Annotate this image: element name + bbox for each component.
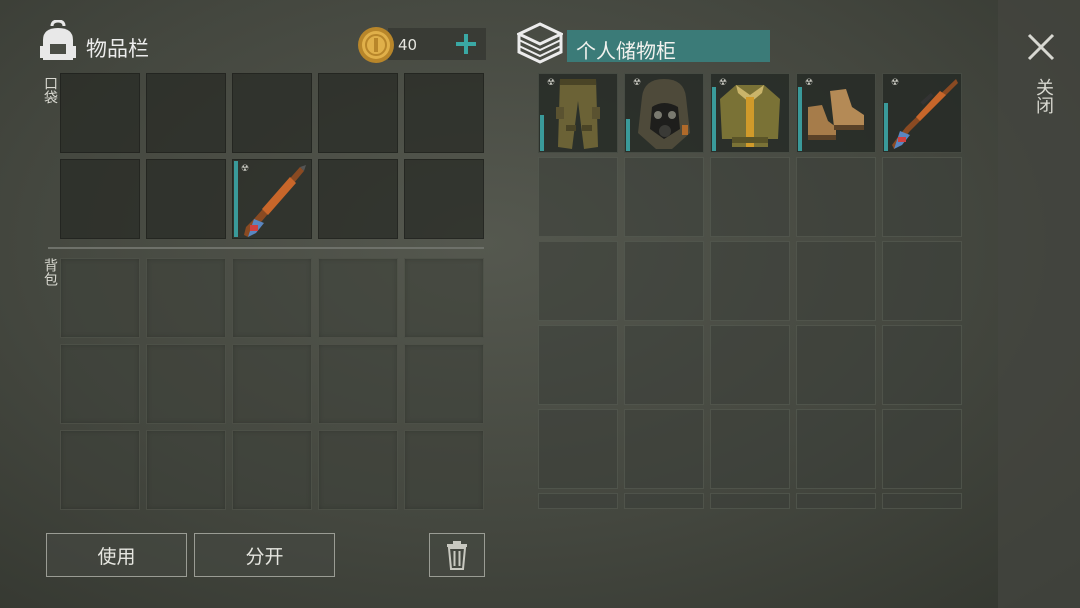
- storage-slot[interactable]: [882, 493, 962, 509]
- close-button[interactable]: 关闭: [1014, 24, 1068, 134]
- storage-slot[interactable]: [882, 325, 962, 405]
- backpack-slot[interactable]: [60, 258, 140, 338]
- storage-slot[interactable]: [882, 409, 962, 489]
- coin-icon: [358, 27, 394, 63]
- use-button[interactable]: 使用: [46, 533, 187, 577]
- pocket-label: 口袋: [42, 76, 58, 104]
- delete-button[interactable]: [429, 533, 485, 577]
- storage-slot[interactable]: [538, 493, 618, 509]
- storage-slot[interactable]: [624, 157, 704, 237]
- durability-bar: [626, 119, 630, 151]
- durability-bar: [540, 115, 544, 151]
- storage-slot[interactable]: [624, 241, 704, 321]
- backpack-label: 背包: [42, 258, 58, 286]
- storage-slot-jacket[interactable]: ☢: [710, 73, 790, 153]
- backpack-slot[interactable]: [318, 430, 398, 510]
- storage-slot[interactable]: [796, 493, 876, 509]
- storage-slot-rifle[interactable]: ☢: [882, 73, 962, 153]
- backpack-slot[interactable]: [232, 430, 312, 510]
- backpack-slot[interactable]: [232, 258, 312, 338]
- pocket-slot[interactable]: [404, 73, 484, 153]
- plus-icon: [456, 34, 476, 54]
- backpack-slot[interactable]: [146, 430, 226, 510]
- storage-slot[interactable]: [538, 157, 618, 237]
- storage-slot[interactable]: [538, 409, 618, 489]
- coin-count: 40: [398, 36, 418, 54]
- storage-slot[interactable]: [710, 409, 790, 489]
- pocket-slot[interactable]: [60, 73, 140, 153]
- durability-bar: [712, 87, 716, 151]
- storage-slot-pants[interactable]: ☢: [538, 73, 618, 153]
- storage-slot[interactable]: [796, 409, 876, 489]
- storage-crate-icon: [517, 22, 563, 64]
- storage-slot[interactable]: [538, 241, 618, 321]
- pocket-slot[interactable]: [146, 73, 226, 153]
- rifle-icon: [244, 165, 306, 237]
- durability-bar: [234, 161, 238, 237]
- pocket-slot[interactable]: [232, 73, 312, 153]
- storage-slot[interactable]: [624, 409, 704, 489]
- storage-slot[interactable]: [538, 325, 618, 405]
- section-divider: [48, 247, 484, 249]
- storage-slot[interactable]: [710, 241, 790, 321]
- backpack-slot[interactable]: [60, 344, 140, 424]
- storage-slot[interactable]: [710, 157, 790, 237]
- storage-slot-mask[interactable]: ☢: [624, 73, 704, 153]
- backpack-slot[interactable]: [146, 344, 226, 424]
- bomber-jacket-icon: [720, 85, 780, 147]
- add-coins-button[interactable]: [450, 28, 482, 60]
- pocket-slot-rifle[interactable]: ☢: [232, 159, 312, 239]
- storage-slot[interactable]: [796, 325, 876, 405]
- storage-slot[interactable]: [710, 493, 790, 509]
- pocket-slot[interactable]: [60, 159, 140, 239]
- backpack-slot[interactable]: [318, 344, 398, 424]
- backpack-slot[interactable]: [404, 258, 484, 338]
- pocket-slot[interactable]: [404, 159, 484, 239]
- backpack-icon: [40, 20, 76, 60]
- backpack-slot[interactable]: [404, 344, 484, 424]
- durability-bar: [884, 103, 888, 151]
- close-label: 关闭: [1033, 78, 1054, 114]
- durability-bar: [798, 87, 802, 151]
- storage-slot[interactable]: [796, 157, 876, 237]
- boots-icon: [808, 89, 864, 140]
- cargo-pants-icon: [556, 79, 600, 149]
- storage-slot[interactable]: [796, 241, 876, 321]
- backpack-slot[interactable]: [318, 258, 398, 338]
- storage-slot[interactable]: [882, 157, 962, 237]
- storage-slot[interactable]: [882, 241, 962, 321]
- pocket-slot[interactable]: [318, 159, 398, 239]
- storage-slot-boots[interactable]: ☢: [796, 73, 876, 153]
- gas-mask-hood-icon: [638, 79, 690, 149]
- storage-slot[interactable]: [624, 325, 704, 405]
- rifle-icon: [892, 79, 958, 149]
- pocket-slot[interactable]: [318, 73, 398, 153]
- pocket-slot[interactable]: [146, 159, 226, 239]
- backpack-slot[interactable]: [232, 344, 312, 424]
- backpack-slot[interactable]: [146, 258, 226, 338]
- storage-title: 个人储物柜: [576, 39, 676, 63]
- storage-slot[interactable]: [624, 493, 704, 509]
- close-icon: [1027, 33, 1055, 61]
- backpack-slot[interactable]: [60, 430, 140, 510]
- inventory-title: 物品栏: [86, 37, 149, 61]
- storage-slot[interactable]: [710, 325, 790, 405]
- inventory-header: 物品栏 40: [38, 20, 488, 70]
- split-button[interactable]: 分开: [194, 533, 335, 577]
- trash-icon: [447, 541, 467, 570]
- backpack-slot[interactable]: [404, 430, 484, 510]
